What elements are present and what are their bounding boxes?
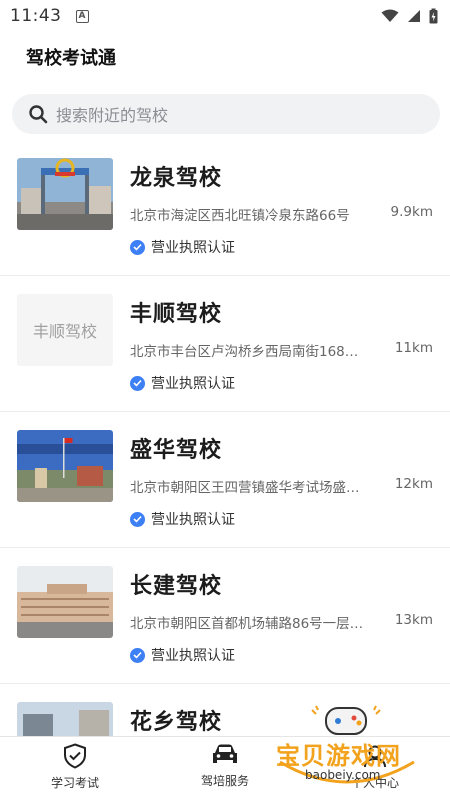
tab-study[interactable]: 学习考试 [15, 743, 135, 791]
verified-badge: 营业执照认证 [130, 237, 235, 257]
badge-label: 营业执照认证 [151, 376, 235, 392]
school-address: 北京市朝阳区首都机场辅路86号一层… [130, 616, 364, 632]
search-icon [29, 105, 48, 124]
school-photo: 丰顺驾校 [17, 294, 113, 366]
page-title: 驾校考试通 [26, 48, 116, 69]
school-item[interactable]: 盛华驾校 北京市朝阳区王四营镇盛华考试场盛… 12km 营业执照认证 [0, 412, 450, 548]
badge-label: 营业执照认证 [151, 512, 235, 528]
tab-label: 驾培服务 [200, 774, 249, 788]
school-name: 丰顺驾校 [130, 302, 223, 327]
school-distance: 12km [394, 476, 433, 492]
tab-label: 学习考试 [50, 776, 99, 790]
school-item[interactable]: 长建驾校 北京市朝阳区首都机场辅路86号一层… 13km 营业执照认证 [0, 548, 450, 684]
status-icons [381, 8, 438, 24]
school-address: 北京市丰台区卢沟桥乡西局南街168… [130, 344, 359, 360]
wifi-icon [381, 9, 399, 22]
school-photo-placeholder: 丰顺驾校 [17, 294, 113, 366]
school-item[interactable]: 丰顺驾校 丰顺驾校 北京市丰台区卢沟桥乡西局南街168… 11km 营业执照认证 [0, 276, 450, 412]
school-name: 盛华驾校 [130, 438, 223, 463]
school-name: 花乡驾校 [130, 710, 223, 735]
battery-charging-icon [429, 8, 438, 24]
school-photo [17, 430, 113, 502]
search-placeholder: 搜索附近的驾校 [56, 106, 169, 125]
school-distance: 9.9km [390, 204, 433, 220]
school-photo [17, 566, 113, 638]
check-icon [130, 375, 145, 391]
school-name: 长建驾校 [130, 574, 223, 599]
signal-icon [408, 10, 420, 22]
check-icon [130, 239, 145, 255]
school-item[interactable]: 龙泉驾校 北京市海淀区西北旺镇冷泉东路66号 9.9km 营业执照认证 [0, 140, 450, 276]
shield-check-icon [64, 743, 86, 769]
verified-badge: 营业执照认证 [130, 373, 235, 393]
school-photo [17, 158, 113, 230]
school-name: 龙泉驾校 [130, 166, 223, 191]
check-icon [130, 647, 145, 663]
watermark-logo: 宝贝游戏网 baobeiy.com [272, 702, 422, 794]
badge-label: 营业执照认证 [151, 240, 235, 256]
check-icon [130, 511, 145, 527]
school-distance: 13km [394, 612, 433, 628]
watermark-url: baobeiy.com [305, 768, 381, 782]
car-icon [213, 744, 237, 763]
school-address: 北京市朝阳区王四营镇盛华考试场盛… [130, 480, 360, 496]
verified-badge: 营业执照认证 [130, 645, 235, 665]
watermark-text: 宝贝游戏网 [276, 742, 401, 770]
school-list[interactable]: 龙泉驾校 北京市海淀区西北旺镇冷泉东路66号 9.9km 营业执照认证 丰顺驾校… [0, 140, 450, 736]
tab-training[interactable]: 驾培服务 [165, 743, 285, 789]
school-photo [17, 702, 113, 736]
verified-badge: 营业执照认证 [130, 509, 235, 529]
school-distance: 11km [394, 340, 433, 356]
badge-label: 营业执照认证 [151, 648, 235, 664]
status-bar: 11:43 A [0, 0, 450, 32]
search-input[interactable]: 搜索附近的驾校 [12, 94, 440, 134]
school-address: 北京市海淀区西北旺镇冷泉东路66号 [130, 208, 350, 224]
notification-a-icon: A [75, 9, 89, 23]
status-time: 11:43 [10, 6, 62, 26]
